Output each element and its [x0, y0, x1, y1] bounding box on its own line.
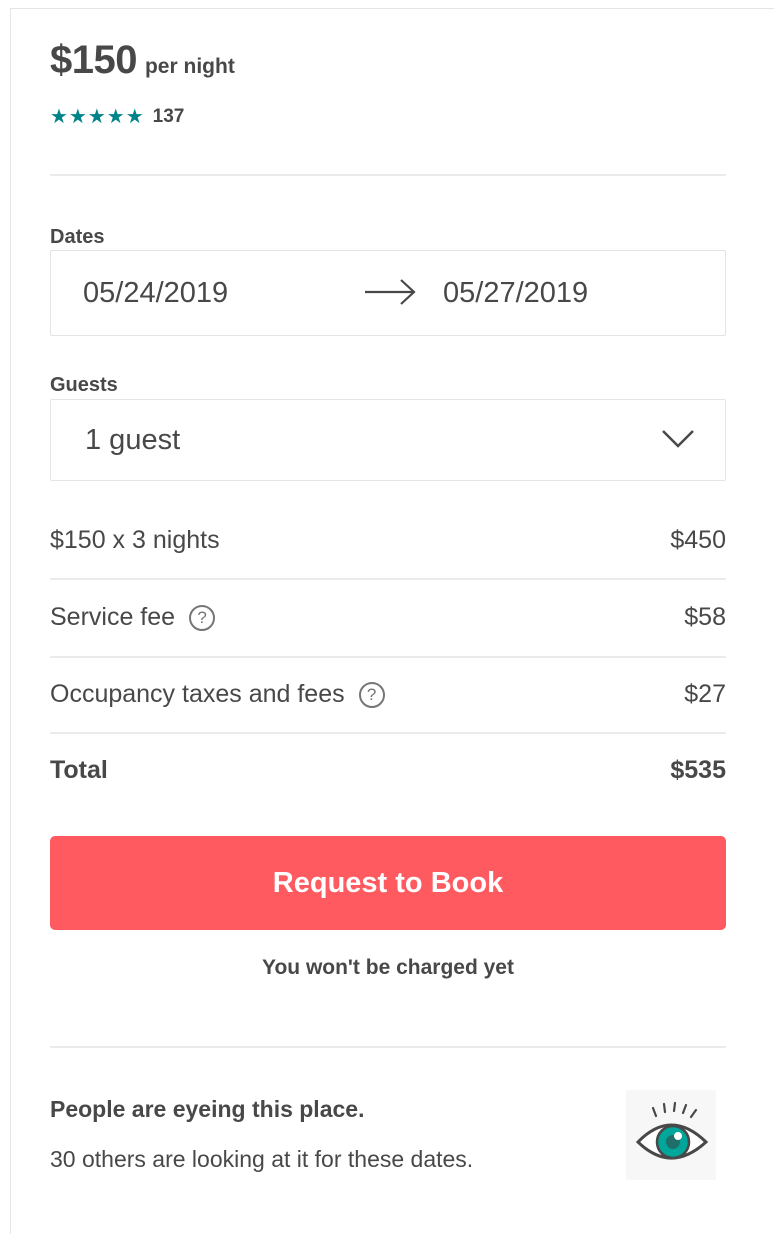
row-divider: [50, 656, 726, 658]
occupancy-taxes-row: Occupancy taxes and fees ? $27: [50, 680, 726, 709]
rating-summary[interactable]: ★★★★★ 137: [50, 106, 726, 128]
dates-label: Dates: [50, 226, 105, 248]
footer-divider: [50, 1046, 726, 1048]
request-to-book-button[interactable]: Request to Book: [50, 836, 726, 930]
nightly-subtotal-amount: $450: [670, 526, 726, 554]
occupancy-taxes-amount: $27: [684, 680, 726, 708]
chevron-down-icon: [662, 430, 694, 448]
row-divider: [50, 578, 726, 580]
guests-select[interactable]: 1 guest: [50, 399, 726, 481]
total-amount: $535: [670, 756, 726, 784]
service-fee-label: Service fee: [50, 603, 176, 631]
nightly-price: $150: [50, 38, 137, 82]
header-divider: [50, 174, 726, 176]
arrow-right-icon: [365, 279, 416, 305]
guests-label: Guests: [50, 374, 118, 396]
service-fee-row: Service fee ? $58: [50, 603, 726, 632]
nightly-subtotal-row: $150 x 3 nights $450: [50, 526, 726, 555]
check-in-date[interactable]: 05/24/2019: [83, 277, 228, 310]
price-header: $150 per night: [50, 38, 726, 83]
date-range-picker[interactable]: 05/24/2019 05/27/2019: [50, 250, 726, 336]
service-fee-amount: $58: [684, 603, 726, 631]
total-row: Total $535: [50, 756, 726, 785]
eye-icon: [626, 1090, 716, 1180]
per-night-label: per night: [144, 55, 235, 78]
review-count: 137: [152, 106, 185, 127]
total-label: Total: [50, 756, 108, 784]
guest-count-value: 1 guest: [85, 423, 181, 456]
question-mark-icon[interactable]: ?: [189, 604, 216, 631]
star-rating-icon: ★★★★★: [50, 106, 145, 128]
nightly-subtotal-label: $150 x 3 nights: [50, 526, 220, 554]
demand-title: People are eyeing this place.: [50, 1096, 365, 1122]
question-mark-icon[interactable]: ?: [358, 681, 385, 708]
check-out-date[interactable]: 05/27/2019: [443, 277, 588, 310]
row-divider: [50, 732, 726, 734]
demand-subtitle: 30 others are looking at it for these da…: [50, 1146, 474, 1172]
occupancy-taxes-label: Occupancy taxes and fees: [50, 680, 345, 708]
not-charged-note: You won't be charged yet: [262, 956, 514, 979]
